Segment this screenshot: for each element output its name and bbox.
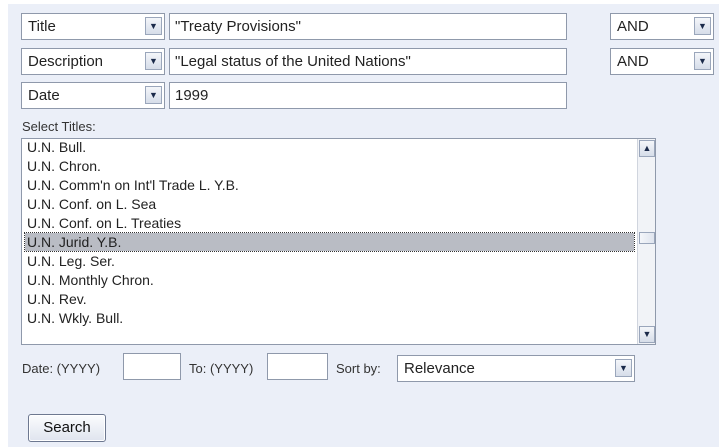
sort-by-value: Relevance bbox=[404, 360, 475, 377]
list-item[interactable]: U.N. Chron. bbox=[25, 157, 634, 175]
sort-by-label: Sort by: bbox=[336, 361, 381, 376]
field-select-1-value: Title bbox=[28, 18, 56, 35]
date-to-input[interactable] bbox=[267, 353, 328, 380]
date-to-label: To: (YYYY) bbox=[189, 361, 254, 376]
list-item-selected[interactable]: U.N. Jurid. Y.B. bbox=[24, 232, 635, 252]
field-select-3[interactable]: Date ▼ bbox=[21, 82, 165, 109]
list-item[interactable]: U.N. Monthly Chron. bbox=[25, 271, 634, 289]
scroll-down-icon[interactable]: ▼ bbox=[639, 326, 655, 343]
titles-scrollbar[interactable]: ▲ ▼ bbox=[637, 139, 655, 344]
date-from-label: Date: (YYYY) bbox=[22, 361, 101, 376]
search-term-input-2[interactable]: "Legal status of the United Nations" bbox=[169, 48, 567, 75]
chevron-down-icon[interactable]: ▼ bbox=[615, 359, 632, 377]
list-item[interactable]: U.N. Rev. bbox=[25, 290, 634, 308]
operator-select-1-value: AND bbox=[617, 18, 649, 35]
chevron-down-icon[interactable]: ▼ bbox=[145, 52, 162, 70]
field-select-1[interactable]: Title ▼ bbox=[21, 13, 165, 40]
chevron-down-icon[interactable]: ▼ bbox=[145, 86, 162, 104]
list-item[interactable]: U.N. Comm'n on Int'l Trade L. Y.B. bbox=[25, 176, 634, 194]
chevron-down-icon[interactable]: ▼ bbox=[694, 52, 711, 70]
list-item[interactable]: U.N. Leg. Ser. bbox=[25, 252, 634, 270]
list-item[interactable]: U.N. Conf. on L. Sea bbox=[25, 195, 634, 213]
list-item[interactable]: U.N. Conf. on L. Treaties bbox=[25, 214, 634, 232]
titles-listbox[interactable]: U.N. Bull. U.N. Chron. U.N. Comm'n on Int'… bbox=[21, 138, 656, 345]
field-select-2-value: Description bbox=[28, 53, 104, 70]
list-item[interactable]: U.N. Wkly. Bull. bbox=[25, 309, 634, 327]
date-from-input[interactable] bbox=[123, 353, 181, 380]
field-select-3-value: Date bbox=[28, 87, 60, 104]
search-term-input-3[interactable]: 1999 bbox=[169, 82, 567, 109]
sort-by-select[interactable]: Relevance ▼ bbox=[397, 355, 635, 382]
chevron-down-icon[interactable]: ▼ bbox=[145, 17, 162, 35]
list-item[interactable]: U.N. Bull. bbox=[25, 139, 634, 156]
operator-select-2[interactable]: AND ▼ bbox=[610, 48, 714, 75]
scrollbar-thumb[interactable] bbox=[639, 232, 655, 244]
chevron-down-icon[interactable]: ▼ bbox=[694, 17, 711, 35]
operator-select-2-value: AND bbox=[617, 53, 649, 70]
search-button[interactable]: Search bbox=[28, 414, 106, 442]
select-titles-label: Select Titles: bbox=[22, 119, 96, 134]
operator-select-1[interactable]: AND ▼ bbox=[610, 13, 714, 40]
search-term-input-1[interactable]: "Treaty Provisions" bbox=[169, 13, 567, 40]
scroll-up-icon[interactable]: ▲ bbox=[639, 140, 655, 157]
field-select-2[interactable]: Description ▼ bbox=[21, 48, 165, 75]
